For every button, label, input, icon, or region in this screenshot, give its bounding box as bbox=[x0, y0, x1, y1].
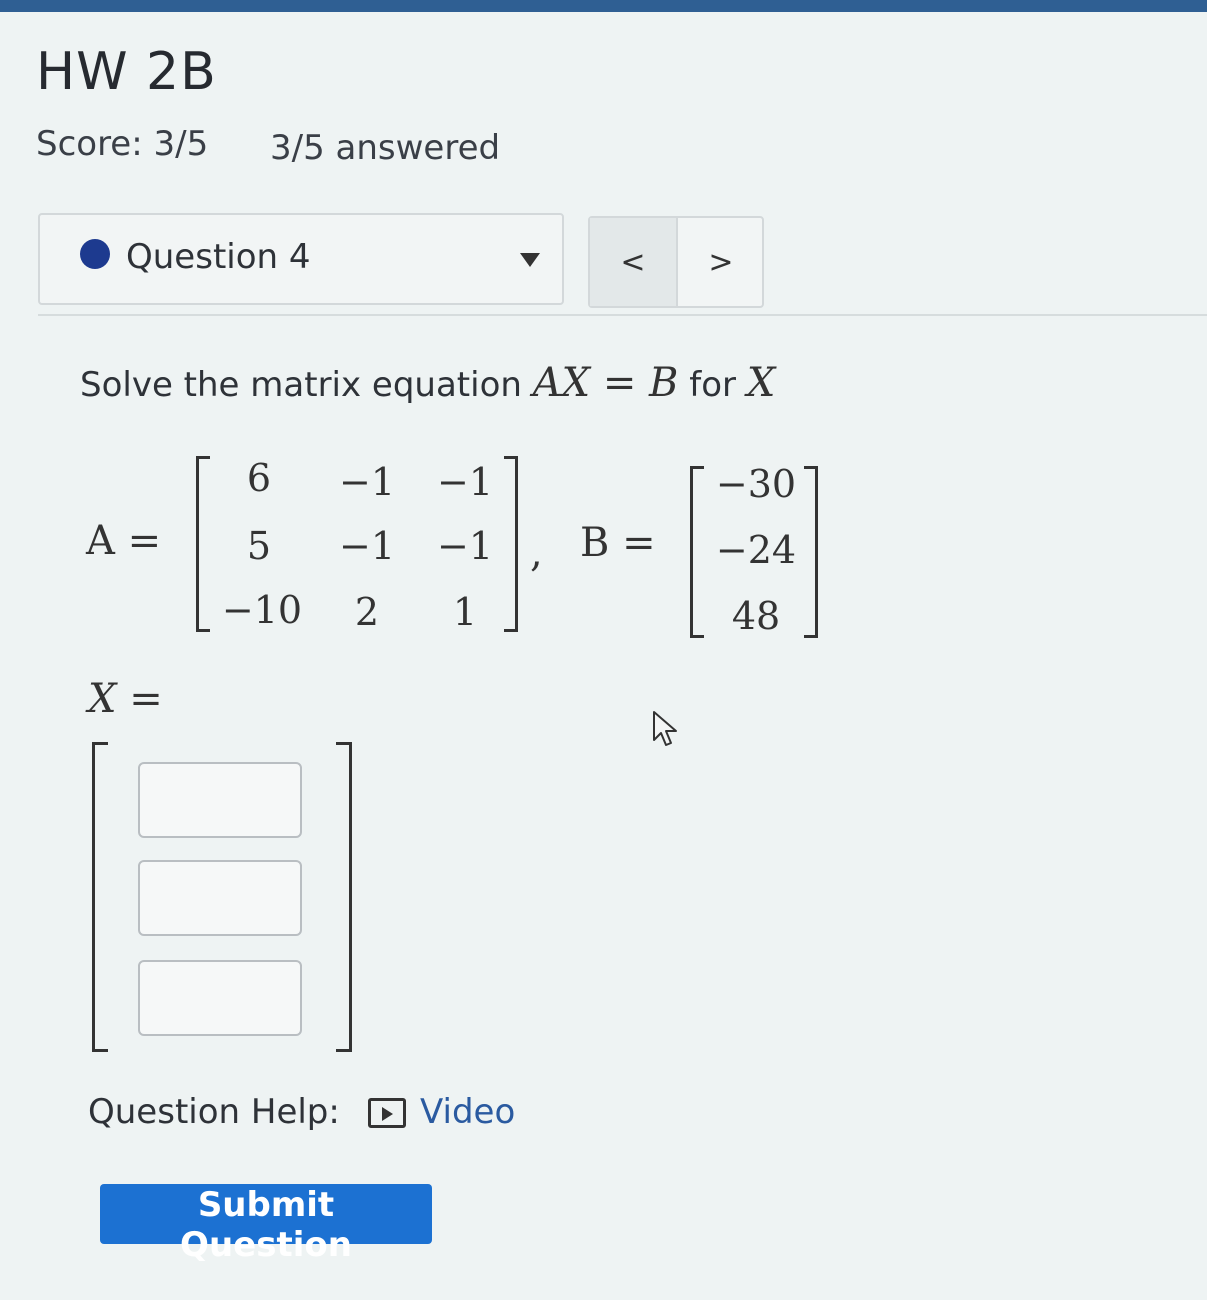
matrix-a-cell: 1 bbox=[452, 590, 478, 634]
matrix-b-left-bracket bbox=[690, 466, 704, 638]
previous-question-button[interactable]: < bbox=[590, 218, 678, 306]
next-question-button[interactable]: > bbox=[678, 218, 764, 306]
answer-input-1[interactable] bbox=[138, 762, 302, 838]
prompt-variable: X bbox=[746, 360, 776, 406]
question-selector[interactable]: Question 4 bbox=[38, 213, 564, 305]
answer-right-bracket bbox=[336, 742, 352, 1052]
prompt-text: Solve the matrix equation bbox=[80, 365, 522, 405]
matrix-a-left-bracket bbox=[196, 456, 210, 632]
score-text: Score: 3/5 bbox=[36, 124, 209, 164]
matrix-separator: , bbox=[530, 530, 543, 576]
matrix-a-cell: −10 bbox=[221, 588, 303, 632]
matrix-a-cell: −1 bbox=[436, 460, 494, 504]
divider bbox=[38, 314, 1207, 316]
submit-question-button[interactable]: Submit Question bbox=[100, 1184, 432, 1265]
matrix-b-cell: −30 bbox=[715, 462, 797, 506]
matrix-b-cell: −24 bbox=[715, 528, 797, 572]
mouse-cursor-icon bbox=[653, 711, 677, 746]
question-status-dot-icon bbox=[80, 239, 110, 269]
matrix-a-cell: 6 bbox=[246, 456, 272, 500]
matrix-a-cell: −1 bbox=[338, 460, 396, 504]
page-title: HW 2B bbox=[36, 42, 217, 102]
answer-input-2[interactable] bbox=[138, 860, 302, 936]
matrix-a-cell: −1 bbox=[436, 524, 494, 568]
matrix-a-cell: 2 bbox=[354, 590, 380, 634]
prompt-for: for bbox=[689, 365, 737, 405]
answered-count: 3/5 answered bbox=[270, 128, 501, 168]
video-link[interactable]: Video bbox=[420, 1092, 515, 1132]
prompt-equation: AX = B bbox=[532, 360, 679, 406]
dropdown-caret-icon bbox=[520, 253, 540, 267]
question-prompt: Solve the matrix equation AX = B for X bbox=[80, 360, 775, 406]
answer-input-3[interactable] bbox=[138, 960, 302, 1036]
answer-label-text: X = bbox=[88, 676, 163, 722]
question-help-label: Question Help: bbox=[88, 1092, 340, 1132]
answer-left-bracket bbox=[92, 742, 108, 1052]
answer-label: X = bbox=[88, 676, 163, 722]
video-play-icon[interactable] bbox=[368, 1098, 406, 1128]
matrix-b-cell: 48 bbox=[731, 594, 781, 638]
matrix-b-label: B = bbox=[580, 520, 656, 566]
matrix-b-right-bracket bbox=[804, 466, 818, 638]
matrix-a-cell: 5 bbox=[246, 524, 272, 568]
question-selector-label: Question 4 bbox=[126, 237, 311, 277]
top-bar bbox=[0, 0, 1207, 12]
question-nav: < > bbox=[588, 216, 764, 308]
matrix-a-label: A = bbox=[86, 518, 162, 564]
matrix-a-cell: −1 bbox=[338, 524, 396, 568]
